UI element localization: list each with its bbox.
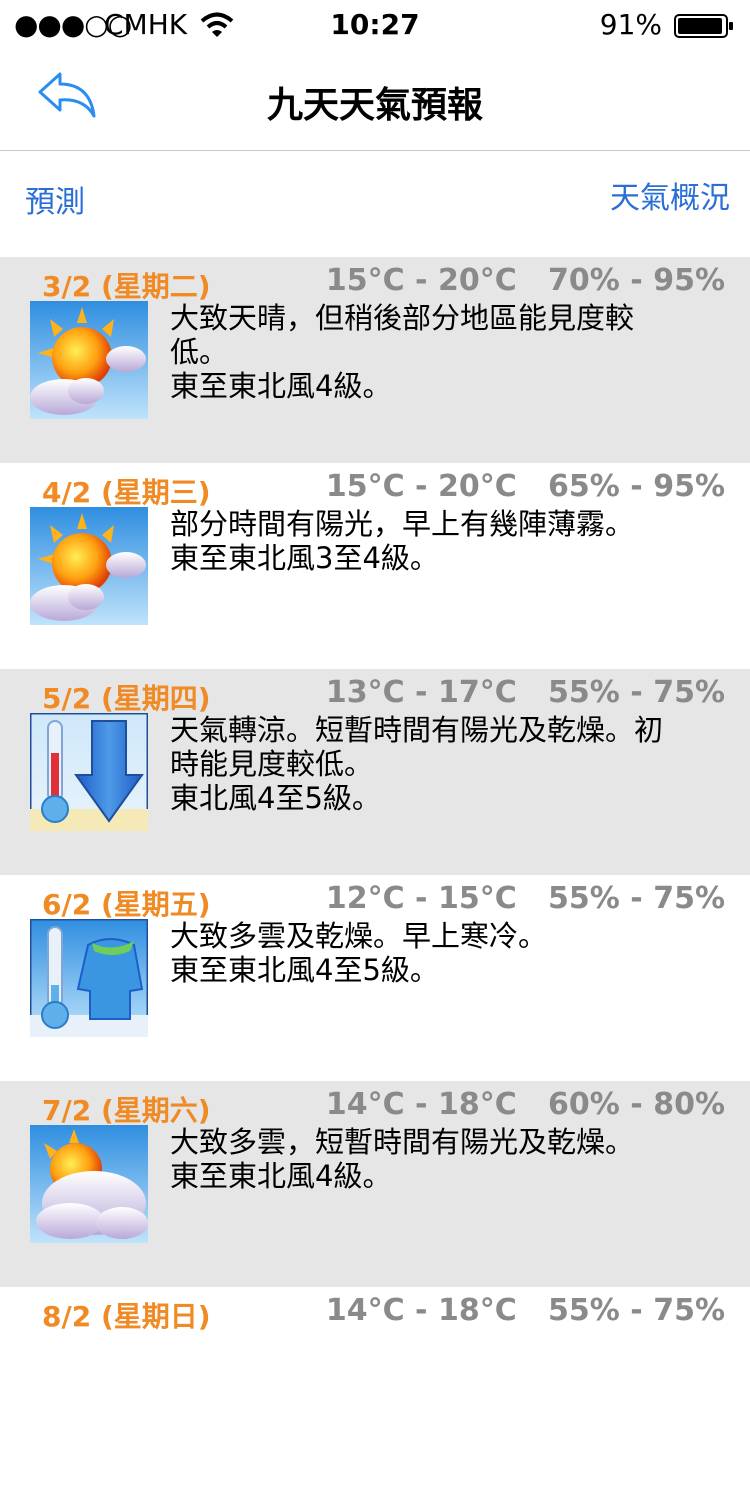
forecast-row: 5/2 (星期四) 13°C - 17°C 55% - 75% 天氣轉涼。短暫時… bbox=[0, 669, 750, 875]
sunny-periods-icon bbox=[30, 301, 148, 419]
forecast-description: 大致多雲及乾燥。早上寒冷。 東至東北風4至5級。 bbox=[170, 919, 730, 987]
cool-icon bbox=[30, 713, 148, 831]
mainly-cloudy-icon bbox=[30, 1125, 148, 1243]
description-line: 天氣轉涼。短暫時間有陽光及乾燥。初 bbox=[170, 713, 664, 747]
description-line: 時能見度較低。 bbox=[170, 747, 374, 781]
tab-forecast[interactable]: 預測 bbox=[25, 177, 85, 221]
forecast-date: 5/2 (星期四) bbox=[42, 682, 211, 715]
page-title: 九天天氣預報 bbox=[266, 85, 483, 126]
sunny-periods-icon bbox=[30, 507, 148, 625]
temperature-humidity-range: 13°C - 17°C 55% - 75% bbox=[325, 675, 725, 710]
forecast-description: 大致多雲，短暫時間有陽光及乾燥。 東至東北風4級。 bbox=[170, 1125, 730, 1193]
temperature-humidity-range: 15°C - 20°C 70% - 95% bbox=[325, 263, 725, 298]
description-line: 大致多雲，短暫時間有陽光及乾燥。 bbox=[170, 1125, 635, 1159]
description-line: 部分時間有陽光，早上有幾陣薄霧。 bbox=[170, 507, 635, 541]
temperature-humidity-range: 14°C - 18°C 55% - 75% bbox=[325, 1293, 725, 1328]
forecast-date: 8/2 (星期日) bbox=[42, 1300, 211, 1333]
cold-icon bbox=[30, 919, 148, 1037]
temperature-humidity-range: 12°C - 15°C 55% - 75% bbox=[325, 881, 725, 916]
description-line: 東至東北風3至4級。 bbox=[170, 541, 439, 575]
forecast-list: 3/2 (星期二) 15°C - 20°C 70% - 95% 大致天晴，但稍後… bbox=[0, 257, 750, 1493]
description-line: 低。 bbox=[170, 335, 229, 369]
description-line: 東至東北風4級。 bbox=[170, 369, 392, 403]
forecast-row: 4/2 (星期三) 15°C - 20°C 65% - 95% 部分時間有陽光，… bbox=[0, 463, 750, 669]
forecast-row: 7/2 (星期六) 14°C - 18°C 60% - 80% 大致多雲，短暫時… bbox=[0, 1081, 750, 1287]
forecast-row: 3/2 (星期二) 15°C - 20°C 70% - 95% 大致天晴，但稍後… bbox=[0, 257, 750, 463]
forecast-row: 8/2 (星期日) 14°C - 18°C 55% - 75% bbox=[0, 1287, 750, 1493]
forecast-description: 部分時間有陽光，早上有幾陣薄霧。 東至東北風3至4級。 bbox=[170, 507, 730, 575]
forecast-row: 6/2 (星期五) 12°C - 15°C 55% - 75% 大致多雲及乾燥。… bbox=[0, 875, 750, 1081]
battery-icon bbox=[674, 14, 733, 38]
navigation-bar: 九天天氣預報 bbox=[0, 50, 750, 151]
description-line: 東至東北風4至5級。 bbox=[170, 953, 439, 987]
view-tabs: 預測 天氣概況 bbox=[0, 151, 750, 257]
forecast-description: 天氣轉涼。短暫時間有陽光及乾燥。初 時能見度較低。 東北風4至5級。 bbox=[170, 713, 730, 815]
description-line: 東北風4至5級。 bbox=[170, 781, 381, 815]
description-line: 東至東北風4級。 bbox=[170, 1159, 392, 1193]
tab-weather-overview[interactable]: 天氣概況 bbox=[610, 173, 730, 217]
forecast-date: 6/2 (星期五) bbox=[42, 888, 211, 921]
temperature-humidity-range: 15°C - 20°C 65% - 95% bbox=[325, 469, 725, 504]
temperature-humidity-range: 14°C - 18°C 60% - 80% bbox=[325, 1087, 725, 1122]
forecast-date: 3/2 (星期二) bbox=[42, 270, 211, 303]
description-line: 大致天晴，但稍後部分地區能見度較 bbox=[170, 301, 635, 335]
forecast-description: 大致天晴，但稍後部分地區能見度較 低。 東至東北風4級。 bbox=[170, 301, 730, 403]
battery-percent: 91% bbox=[599, 8, 662, 41]
description-line: 大致多雲及乾燥。早上寒冷。 bbox=[170, 919, 548, 953]
forecast-date: 4/2 (星期三) bbox=[42, 476, 211, 509]
forecast-date: 7/2 (星期六) bbox=[42, 1094, 211, 1127]
status-bar: ●●●○○ CMHK 10:27 91% bbox=[0, 0, 750, 50]
